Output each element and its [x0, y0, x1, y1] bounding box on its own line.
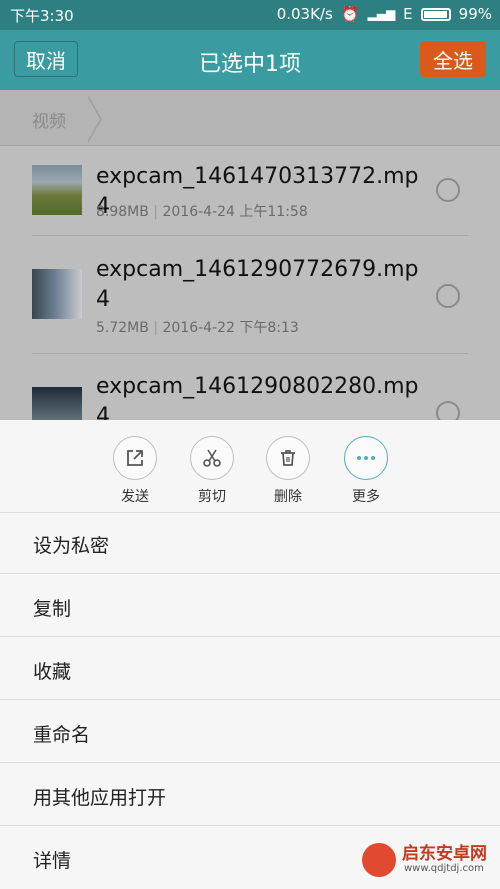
network-type: E	[403, 5, 413, 23]
battery-icon	[420, 7, 451, 21]
menu-item-rename[interactable]: 重命名	[0, 701, 500, 763]
signal-icon: ▂▄▆	[367, 7, 396, 21]
share-icon	[113, 436, 157, 480]
breadcrumb: 视频	[0, 90, 500, 146]
share-button[interactable]: 发送	[105, 436, 165, 506]
delete-button[interactable]: 删除	[258, 436, 318, 506]
action-label: 发送	[121, 489, 149, 505]
status-time: 下午3:30	[10, 7, 74, 25]
select-radio[interactable]	[436, 178, 460, 202]
file-meta: 5.72MB | 2016-4-22 下午8:13	[96, 317, 299, 337]
trash-icon	[266, 436, 310, 480]
select-radio[interactable]	[436, 401, 460, 420]
header-bar: 取消 已选中1项 全选	[0, 30, 500, 90]
video-thumbnail	[32, 165, 82, 215]
breadcrumb-item-video[interactable]: 视频	[32, 107, 66, 132]
list-item[interactable]: expcam_1461290772679.mp4 5.72MB | 2016-4…	[32, 235, 468, 354]
network-speed: 0.03K/s	[276, 5, 333, 23]
action-label: 更多	[352, 489, 380, 505]
menu-item-label: 重命名	[33, 724, 91, 746]
file-list: 视频 expcam_1461470313772.mp4 8.98MB | 201…	[0, 90, 500, 420]
file-date: 2016-4-22 下午8:13	[162, 320, 299, 336]
video-thumbnail	[32, 269, 82, 319]
menu-item-label: 详情	[33, 850, 72, 872]
breadcrumb-chevron-icon	[87, 95, 102, 143]
file-name: expcam_1461290802280.mp4	[96, 374, 419, 420]
file-size: 5.72MB	[96, 320, 149, 336]
watermark-url: www.qdjtdj.com	[404, 863, 484, 874]
watermark-text: 启东安卓网	[402, 844, 487, 864]
action-bar: 发送 剪切 删除 更多	[0, 420, 500, 513]
file-date: 2016-4-24 上午11:58	[162, 204, 308, 220]
menu-item-label: 用其他应用打开	[33, 787, 167, 809]
action-label: 删除	[274, 489, 302, 505]
status-bar: 下午3:30 0.03K/s ⏰ ▂▄▆ E 99%	[0, 0, 500, 30]
select-radio[interactable]	[436, 284, 460, 308]
menu-item-set-private[interactable]: 设为私密	[0, 512, 500, 574]
status-right: 0.03K/s ⏰ ▂▄▆ E 99%	[277, 5, 492, 23]
menu-item-label: 设为私密	[33, 535, 110, 557]
more-button[interactable]: 更多	[336, 436, 396, 506]
cut-button[interactable]: 剪切	[182, 436, 242, 506]
more-icon	[344, 436, 388, 480]
list-item[interactable]: expcam_1461290802280.mp4	[32, 353, 468, 420]
menu-item-favorite[interactable]: 收藏	[0, 638, 500, 700]
action-label: 剪切	[198, 489, 226, 505]
select-all-button[interactable]: 全选	[420, 41, 486, 77]
action-sheet: 发送 剪切 删除 更多 设为私密 复制 收藏 重命名 用其他应用打开 详情 启东…	[0, 420, 500, 889]
file-name: expcam_1461290772679.mp4	[96, 257, 419, 312]
menu-item-open-with[interactable]: 用其他应用打开	[0, 764, 500, 826]
watermark-logo-icon	[362, 843, 396, 877]
menu-item-label: 复制	[33, 598, 72, 620]
watermark: 启东安卓网 www.qdjtdj.com	[362, 835, 492, 883]
video-thumbnail	[32, 387, 82, 420]
battery-level: 99%	[458, 5, 492, 23]
menu-item-label: 收藏	[33, 661, 72, 683]
file-size: 8.98MB	[96, 204, 149, 220]
menu-item-copy[interactable]: 复制	[0, 575, 500, 637]
scissors-icon	[190, 436, 234, 480]
list-item[interactable]: expcam_1461470313772.mp4 8.98MB | 2016-4…	[32, 145, 468, 236]
file-meta: 8.98MB | 2016-4-24 上午11:58	[96, 201, 308, 221]
alarm-icon: ⏰	[340, 5, 360, 23]
